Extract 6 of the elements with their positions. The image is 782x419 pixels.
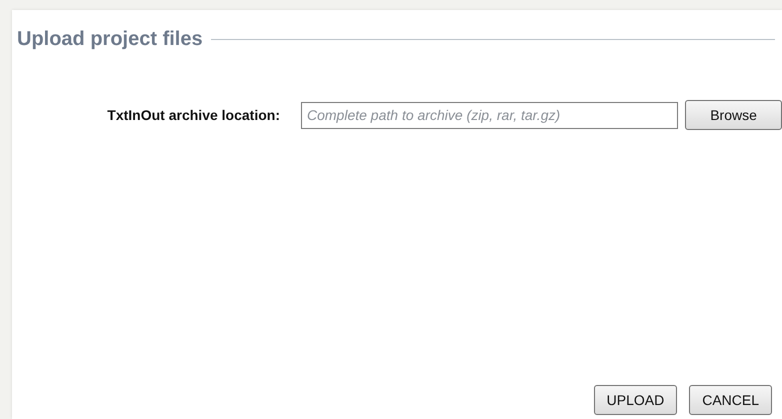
section-title: Upload project files bbox=[17, 27, 203, 52]
cancel-button[interactable]: CANCEL bbox=[689, 385, 772, 415]
upload-button[interactable]: UPLOAD bbox=[594, 385, 678, 415]
field-label: TxtInOut archive location: bbox=[106, 106, 280, 124]
browse-button[interactable]: Browse bbox=[685, 100, 782, 130]
archive-path-field[interactable]: Complete path to archive (zip, rar, tar.gz) bbox=[301, 102, 678, 128]
